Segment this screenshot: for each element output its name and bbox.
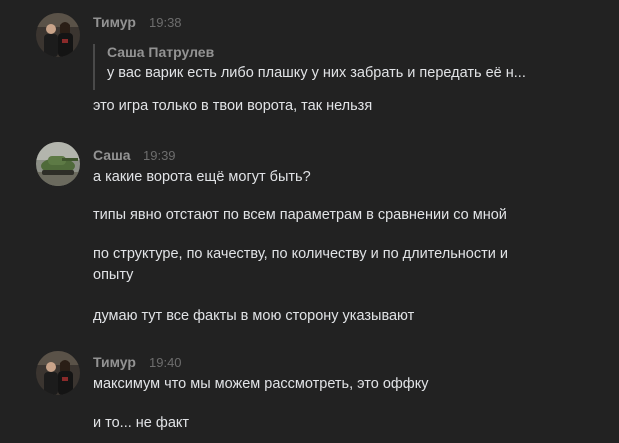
avatar[interactable] [36,351,80,395]
message-text: и то... не факт [93,415,190,431]
message-time[interactable]: 19:40 [149,355,182,370]
message-group-timur-2: Тимур 19:40 максимум что мы можем рассмо… [0,0,619,443]
author-name[interactable]: Тимур [93,354,136,370]
two-people-photo-icon [36,351,80,395]
message-text: максимум что мы можем рассмотреть, это о… [93,376,429,392]
chat-history: Тимур 19:38 Саша Патрулев у вас варик ес… [0,0,619,443]
